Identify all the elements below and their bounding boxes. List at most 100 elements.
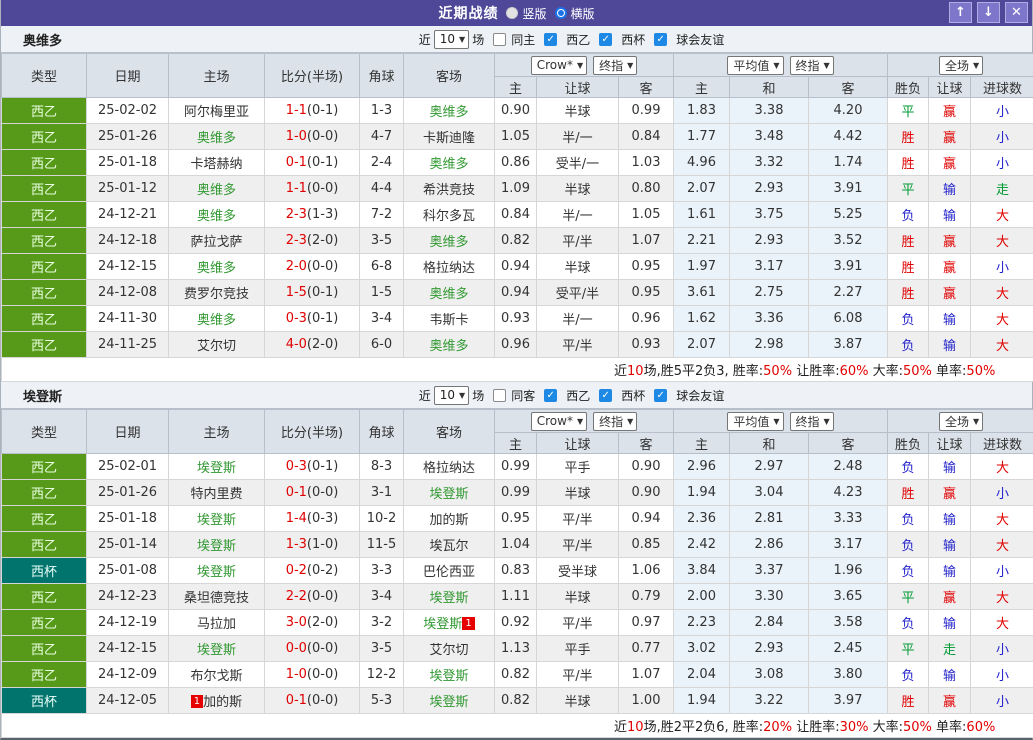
date-cell: 25-01-18 <box>87 506 169 532</box>
handicap-result-mark: 输 <box>943 209 956 224</box>
close-icon: ✕ <box>1011 5 1022 20</box>
league-type-cell: 西杯 <box>2 558 87 584</box>
goals-result-mark: 大 <box>996 339 1009 354</box>
goals-result-mark: 大 <box>996 461 1009 476</box>
handicap-result-mark: 输 <box>943 183 956 198</box>
goals-result-cell: 走 <box>971 176 1033 202</box>
league-type-cell: 西乙 <box>2 202 87 228</box>
odds-final-select[interactable]: 终指▼ <box>593 412 637 431</box>
match-count-select[interactable]: 10 ▼ <box>434 386 469 405</box>
odds-company-select[interactable]: Crow*▼ <box>531 412 587 431</box>
half-time-score: (2-0) <box>307 233 338 248</box>
league-type-cell: 西乙 <box>2 610 87 636</box>
league-checkbox-liga2[interactable]: ✓ <box>544 33 557 46</box>
score-cell: 0-1(0-0) <box>265 480 360 506</box>
full-time-score: 1-3 <box>286 537 307 552</box>
date-cell: 24-11-30 <box>87 306 169 332</box>
result-mark: 胜 <box>902 131 915 146</box>
scroll-up-button[interactable]: ↑ <box>949 2 972 23</box>
goals-result-mark: 小 <box>996 131 1009 146</box>
league-checkbox-cup[interactable]: ✓ <box>599 389 612 402</box>
goals-result-mark: 大 <box>996 617 1009 632</box>
half-time-score: (0-0) <box>307 485 338 500</box>
games-label: 场 <box>472 31 484 48</box>
radio-horizontal-layout[interactable]: 横版 <box>555 5 595 22</box>
odds-away-cell: 0.95 <box>619 280 674 306</box>
same-venue-label: 同客 <box>511 387 535 404</box>
close-button[interactable]: ✕ <box>1005 2 1028 23</box>
full-time-score: 4-0 <box>286 337 307 352</box>
odds-final-select[interactable]: 终指▼ <box>593 56 637 75</box>
score-cell: 2-3(1-3) <box>265 202 360 228</box>
avg-away-cell: 3.80 <box>809 662 888 688</box>
avg-home-cell: 1.62 <box>674 306 730 332</box>
summary-text: 10 <box>627 364 644 379</box>
half-time-score: (2-0) <box>307 615 338 630</box>
odds-away-cell: 1.03 <box>619 150 674 176</box>
handicap-line-cell: 受平/半 <box>537 280 619 306</box>
league-type-cell: 西乙 <box>2 584 87 610</box>
goals-result-mark: 小 <box>996 487 1009 502</box>
sub-header-odds-away: 客 <box>619 433 674 454</box>
away-team-name: 奥维多 <box>429 339 468 354</box>
scroll-down-button[interactable]: ↓ <box>977 2 1000 23</box>
sub-header-avg-away: 客 <box>809 433 888 454</box>
avg-select[interactable]: 平均值▼ <box>727 412 783 431</box>
full-time-score: 0-3 <box>286 459 307 474</box>
half-time-score: (0-0) <box>307 667 338 682</box>
radio-vertical-layout[interactable]: 竖版 <box>506 5 546 22</box>
home-team-name: 加的斯 <box>203 695 242 710</box>
scope-select[interactable]: 全场▼ <box>939 412 983 431</box>
result-cell: 平 <box>888 98 929 124</box>
away-team-cell: 埃登斯1 <box>404 610 495 636</box>
avg-select-group: 平均值▼ 终指▼ <box>674 410 888 433</box>
avg-final-select[interactable]: 终指▼ <box>790 412 834 431</box>
handicap-line-cell: 半球 <box>537 584 619 610</box>
odds-home-cell: 0.94 <box>495 280 537 306</box>
handicap-line-cell: 受半球 <box>537 558 619 584</box>
col-header-corner: 角球 <box>360 54 404 98</box>
odds-company-select[interactable]: Crow*▼ <box>531 56 587 75</box>
odds-away-cell: 0.95 <box>619 254 674 280</box>
league-checkbox-cup[interactable]: ✓ <box>599 33 612 46</box>
result-mark: 胜 <box>902 695 915 710</box>
half-time-score: (2-0) <box>307 337 338 352</box>
avg-draw-cell: 2.97 <box>730 454 809 480</box>
league-checkbox-liga2[interactable]: ✓ <box>544 389 557 402</box>
home-team-cell: 埃登斯 <box>169 454 265 480</box>
sub-header-result: 胜负 <box>888 433 929 454</box>
handicap-result-cell: 赢 <box>929 480 971 506</box>
avg-draw-cell: 3.75 <box>730 202 809 228</box>
avg-select[interactable]: 平均值▼ <box>727 56 783 75</box>
near-label: 近 <box>419 387 431 404</box>
avg-home-cell: 2.21 <box>674 228 730 254</box>
away-team-cell: 科尔多瓦 <box>404 202 495 228</box>
goals-result-cell: 小 <box>971 662 1033 688</box>
match-count-select[interactable]: 10 ▼ <box>434 30 469 49</box>
score-cell: 1-1(0-0) <box>265 176 360 202</box>
score-cell: 1-1(0-1) <box>265 98 360 124</box>
team-name: 埃登斯 <box>23 386 62 405</box>
radio-vertical-label: 竖版 <box>522 5 546 22</box>
odds-away-cell: 0.99 <box>619 98 674 124</box>
same-venue-checkbox[interactable] <box>493 33 506 46</box>
home-team-name: 埃登斯 <box>197 461 236 476</box>
goals-result-cell: 小 <box>971 254 1033 280</box>
chevron-down-icon: ▼ <box>577 61 583 70</box>
same-venue-label: 同主 <box>511 31 535 48</box>
league-checkbox-friendly[interactable]: ✓ <box>654 389 667 402</box>
summary-text: 场,胜5平2负3, 胜率: <box>644 364 764 379</box>
avg-home-cell: 2.07 <box>674 332 730 358</box>
scope-select[interactable]: 全场▼ <box>939 56 983 75</box>
result-mark: 平 <box>902 105 915 120</box>
same-venue-checkbox[interactable] <box>493 389 506 402</box>
avg-final-select[interactable]: 终指▼ <box>790 56 834 75</box>
full-time-score: 1-1 <box>286 181 307 196</box>
avg-home-cell: 2.07 <box>674 176 730 202</box>
date-cell: 24-12-18 <box>87 228 169 254</box>
goals-result-mark: 大 <box>996 539 1009 554</box>
league-checkbox-friendly[interactable]: ✓ <box>654 33 667 46</box>
home-team-cell: 布尔戈斯 <box>169 662 265 688</box>
away-team-cell: 格拉纳达 <box>404 454 495 480</box>
full-time-score: 2-2 <box>286 589 307 604</box>
